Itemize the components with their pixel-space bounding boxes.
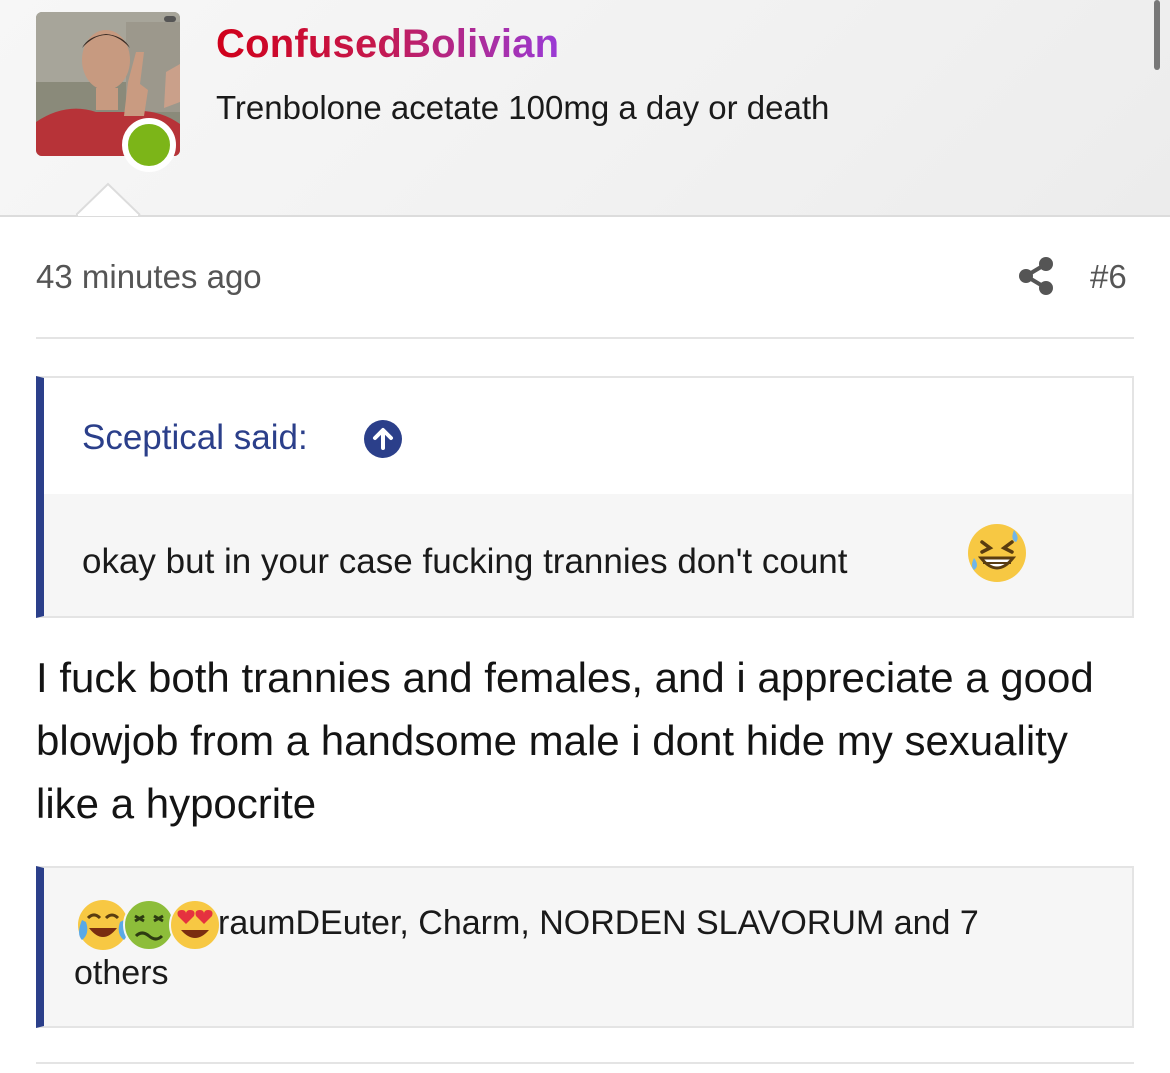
user-title: Trenbolone acetate 100mg a day or death (216, 89, 830, 126)
username[interactable]: ConfusedBolivian (216, 20, 559, 68)
arrow-up-icon[interactable] (364, 420, 402, 458)
quote-block: Sceptical said: okay but in your case fu… (36, 376, 1134, 618)
divider (36, 1062, 1134, 1064)
heart-eyes-emoji (169, 899, 221, 951)
reaction-names-others[interactable]: others (74, 950, 169, 996)
quote-author[interactable]: Sceptical said: (82, 416, 308, 460)
quote-text: okay but in your case fucking trannies d… (82, 542, 848, 581)
post-number-link[interactable]: #6 (1090, 255, 1127, 299)
reaction-names[interactable]: raumDEuter, Charm, NORDEN SLAVORUM and 7 (218, 900, 979, 946)
divider (36, 337, 1134, 339)
post-message: I fuck both trannies and females, and i … (36, 654, 1094, 827)
grinning-sweat-emoji (966, 522, 1028, 589)
share-icon[interactable] (1016, 256, 1056, 301)
reaction-emojis[interactable] (76, 898, 221, 951)
post-header: ConfusedBolivian Trenbolone acetate 100m… (0, 0, 1170, 217)
post-timestamp[interactable]: 43 minutes ago (36, 255, 262, 299)
reactions-block[interactable]: raumDEuter, Charm, NORDEN SLAVORUM and 7… (36, 866, 1134, 1028)
online-status-dot (122, 118, 176, 172)
scrollbar[interactable] (1154, 0, 1160, 70)
quote-header: Sceptical said: (44, 378, 1132, 494)
